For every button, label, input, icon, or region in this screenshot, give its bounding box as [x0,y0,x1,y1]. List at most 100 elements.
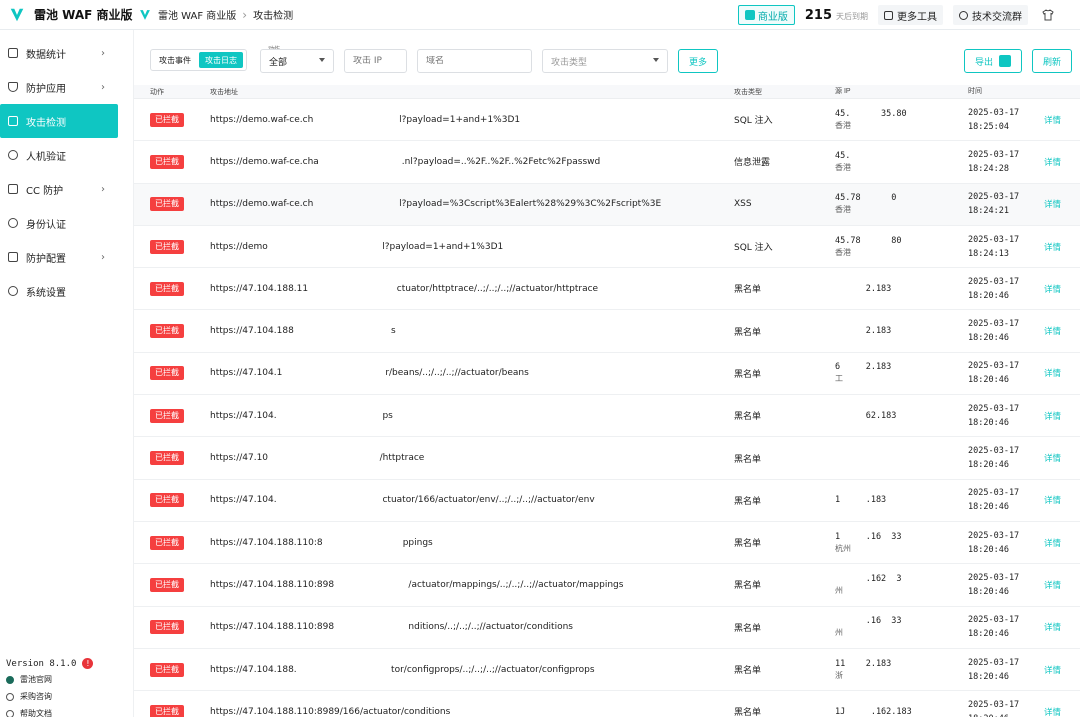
url-cell: https://47.104.188 s [210,326,396,337]
table-row[interactable]: 已拦截 https://47.104. ctuator/166/actuator/… [134,480,1080,522]
table-row[interactable]: 已拦截 https://47.104.188.110:898 /actuator/… [134,564,1080,607]
ip-cell: 1 .183 [835,494,968,506]
ip-cell: 45. 35.80 香港 [835,108,968,132]
table-row[interactable]: 已拦截 https://47.10 /httptrace 黑名单 2025-03-17… [134,437,1080,480]
sidebar-item-label: 身份认证 [26,219,66,231]
link-label: 帮助文档 [20,709,52,717]
header-url: 攻击地址 [210,88,238,96]
url-cell: https://demo.waf-ce.ch l?payload=1+and+1… [210,114,521,125]
detail-link[interactable]: 详情 [1044,706,1080,717]
type-cell: 黑名单 [734,454,762,465]
help-icon [6,709,14,717]
table-row[interactable]: 已拦截 https://demo.waf-ce.ch l?payload=%3Cs… [134,183,1080,226]
table-row[interactable]: 已拦截 https://47.104.188 s 黑名单 2.183 2025-03-… [134,310,1080,353]
sidebar-item-captcha[interactable]: 人机验证 [0,138,133,172]
attack-log-table: 动作 攻击地址 攻击类型 源 IP 时间 已拦截 https://demo.waf… [134,85,1080,717]
blocked-badge: 已拦截 [150,620,184,635]
community-button[interactable]: 技术交流群 [953,5,1028,25]
detail-link[interactable]: 详情 [1044,410,1080,422]
table-row[interactable]: 已拦截 https://47.104.188.110:8 ppings 黑名单 1 .… [134,522,1080,565]
blocked-badge: 已拦截 [150,662,184,677]
breadcrumb-app[interactable]: 雷池 WAF 商业版 [158,7,236,22]
domain-field[interactable] [417,49,532,73]
table-row[interactable]: 已拦截 https://demo.waf-ce.cha .nl?payload=.… [134,141,1080,184]
detail-link[interactable]: 详情 [1044,325,1080,337]
domain-input[interactable] [426,56,523,66]
filter-bar: 攻击事件 攻击日志 动作 全部 攻击类型 更多 导出 刷新 [134,30,1080,85]
action-cell: 已拦截 [134,239,210,254]
ip-region: 香港 [835,162,851,172]
time-cell: 2025-03-17 18:20:46 [968,444,1044,472]
url-cell: https://47.10 /httptrace [210,453,425,464]
sidebar-item-auth[interactable]: 身份认证 [0,206,133,240]
attack-ip-field[interactable] [344,49,407,73]
export-label: 导出 [974,57,993,68]
detail-link[interactable]: 详情 [1044,621,1080,633]
time-date: 2025-03-17 [968,446,1020,457]
time-clock: 18:20:46 [968,460,1009,471]
detail-link[interactable]: 详情 [1044,579,1080,591]
top-bar: 雷池 WAF 商业版 雷池 WAF 商业版 › 攻击检测 商业版 215 天后到… [0,0,1080,30]
tab-attack-events[interactable]: 攻击事件 [153,52,197,68]
table-row[interactable]: 已拦截 https://demo l?payload=1+and+1%3D1 SQL… [134,226,1080,269]
theme-shirt-icon[interactable] [1038,5,1058,25]
attack-type-select[interactable]: 攻击类型 [542,49,668,73]
table-row[interactable]: 已拦截 https://47.104. ps 黑名单 62.183 2025-03-1… [134,395,1080,438]
sidebar-item-settings[interactable]: 系统设置 [0,274,133,308]
detail-link[interactable]: 详情 [1044,241,1080,253]
detail-link[interactable]: 详情 [1044,367,1080,379]
sidebar-item-config[interactable]: 防护配置 › [0,240,133,274]
more-tools-button[interactable]: 更多工具 [878,5,943,25]
time-date: 2025-03-17 [968,699,1020,710]
version-info[interactable]: Version 8.1.0 ! [6,658,94,669]
table-row[interactable]: 已拦截 https://demo.waf-ce.ch l?payload=1+an… [134,99,1080,142]
time-cell: 2025-03-17 18:20:46 [968,613,1044,641]
table-row[interactable]: 已拦截 https://47.104.1 r/beans/..;/..;/..;/… [134,353,1080,396]
ip-cell: 6 2.183 工 [835,361,968,385]
more-filters-button[interactable]: 更多 [678,49,718,73]
time-date: 2025-03-17 [968,403,1020,414]
link-purchase[interactable]: 采购咨询 [6,691,52,702]
attack-ip-input[interactable] [353,56,398,66]
action-cell: 已拦截 [134,451,210,466]
detail-link[interactable]: 详情 [1044,198,1080,210]
sidebar-item-cc[interactable]: CC 防护 › [0,172,133,206]
table-row[interactable]: 已拦截 https://47.104.188. tor/configprops/.… [134,649,1080,692]
url-cell: https://47.104.188.110:898 nditions/..;/… [210,622,573,633]
action-select[interactable]: 全部 [260,49,334,73]
detail-link[interactable]: 详情 [1044,283,1080,295]
detail-link[interactable]: 详情 [1044,156,1080,168]
sidebar-item-attack-detect[interactable]: 攻击检测 [0,104,118,138]
export-button[interactable]: 导出 [964,49,1022,73]
detail-link[interactable]: 详情 [1044,452,1080,464]
edition-badge[interactable]: 商业版 [737,5,795,25]
link-help-docs[interactable]: 帮助文档 [6,708,52,717]
sidebar-item-apps[interactable]: 防护应用 › [0,70,133,104]
table-header: 动作 攻击地址 攻击类型 源 IP 时间 [134,85,1080,99]
sidebar-item-stats[interactable]: 数据统计 › [0,36,133,70]
sidebar: 数据统计 › 防护应用 › 攻击检测 人机验证 CC 防护 › 身份认证 防护配… [0,30,134,717]
link-official-site[interactable]: 雷池官网 [6,674,52,685]
table-row[interactable]: 已拦截 https://47.104.188.110:898 nditions/.… [134,607,1080,649]
detail-link[interactable]: 详情 [1044,664,1080,676]
table-row[interactable]: 已拦截 https://47.104.188.110:8989/166/actua… [134,691,1080,717]
time-date: 2025-03-17 [968,319,1020,330]
ip-value: 11 2.183 [835,658,892,669]
brand[interactable]: 雷池 WAF 商业版 [0,6,134,24]
config-icon [8,252,18,262]
blocked-badge: 已拦截 [150,451,184,466]
time-date: 2025-03-17 [968,107,1020,118]
update-alert-icon[interactable]: ! [82,658,94,669]
tab-attack-logs[interactable]: 攻击日志 [199,52,243,68]
type-cell: 信息泄露 [734,158,771,169]
refresh-button[interactable]: 刷新 [1032,49,1072,73]
detail-link[interactable]: 详情 [1044,114,1080,126]
detail-link[interactable]: 详情 [1044,537,1080,549]
action-cell: 已拦截 [134,112,210,127]
time-cell: 2025-03-17 18:20:46 [968,698,1044,717]
caret-down-icon [319,58,325,62]
table-row[interactable]: 已拦截 https://47.104.188.11 ctuator/httptra… [134,268,1080,311]
detail-link[interactable]: 详情 [1044,494,1080,506]
type-cell: 黑名单 [734,369,762,380]
url-cell: https://47.104.188.11 ctuator/httptrace/… [210,283,599,294]
